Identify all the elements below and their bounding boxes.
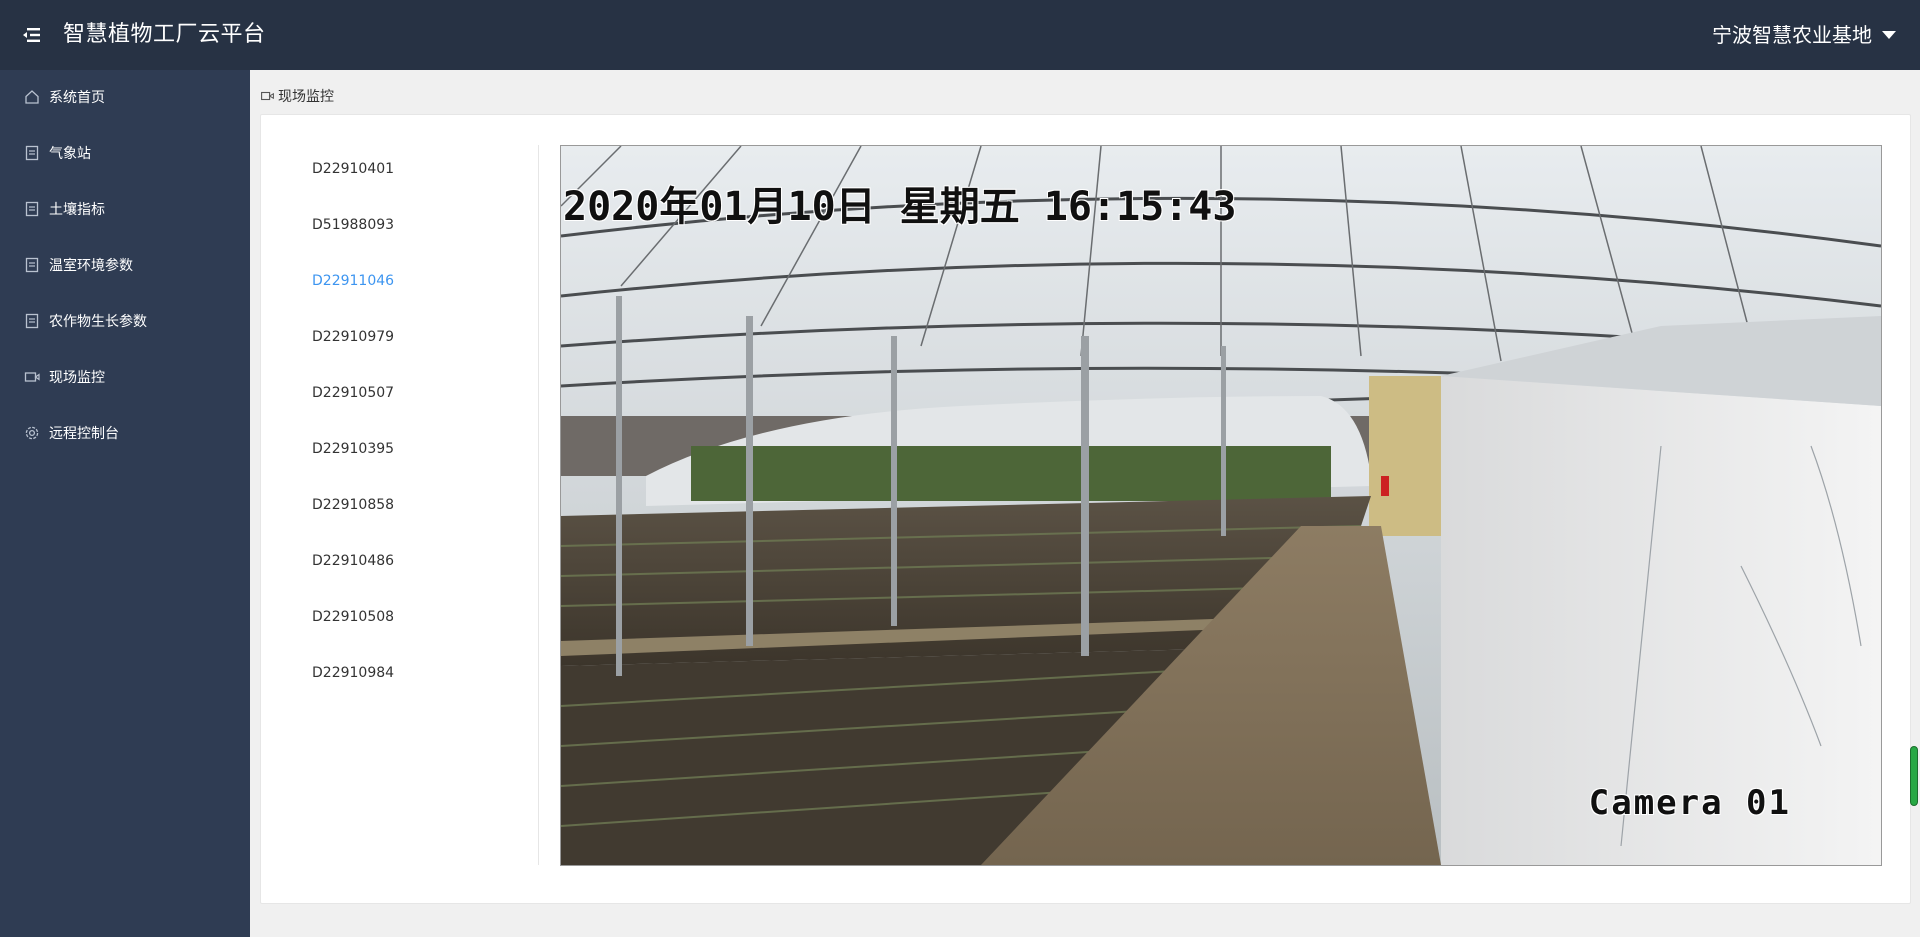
- device-item[interactable]: D22910395: [312, 439, 394, 459]
- device-item-selected[interactable]: D22911046: [312, 271, 394, 291]
- document-icon: [24, 313, 40, 329]
- sidebar-item-label: 土壤指标: [49, 202, 105, 218]
- org-name[interactable]: 宁波智慧农业基地: [1712, 20, 1872, 50]
- document-icon: [24, 257, 40, 273]
- camera-video-feed[interactable]: 2020年01月10日 星期五 16:15:43 Camera 01: [560, 145, 1882, 866]
- sidebar-item-label: 农作物生长参数: [49, 314, 147, 330]
- sidebar-item-label: 温室环境参数: [49, 258, 133, 274]
- device-item[interactable]: D22910486: [312, 551, 394, 571]
- device-item[interactable]: D22910979: [312, 327, 394, 347]
- list-divider: [538, 145, 539, 865]
- video-camera-icon: [261, 90, 274, 102]
- sidebar-item-label: 系统首页: [49, 90, 105, 106]
- gear-icon: [24, 425, 40, 441]
- monitoring-panel: D22910401 D51988093 D22911046 D22910979 …: [260, 114, 1911, 904]
- sidebar: 系统首页 气象站 土壤指标 温室环境参数 农作物生长参数 现场监控 远程控制台: [0, 70, 250, 937]
- org-selector[interactable]: 宁波智慧农业基地: [1712, 20, 1896, 50]
- sidebar-item-crop-growth[interactable]: 农作物生长参数: [0, 294, 250, 350]
- top-bar: 智慧植物工厂云平台 宁波智慧农业基地: [0, 0, 1920, 70]
- device-item[interactable]: D51988093: [312, 215, 394, 235]
- device-item[interactable]: D22910507: [312, 383, 394, 403]
- osd-camera-label: Camera 01: [1588, 783, 1791, 823]
- device-item[interactable]: D22910401: [312, 159, 394, 179]
- home-icon: [24, 89, 40, 105]
- device-item[interactable]: D22910858: [312, 495, 394, 515]
- sidebar-item-monitoring[interactable]: 现场监控: [0, 350, 250, 406]
- sidebar-item-soil[interactable]: 土壤指标: [0, 182, 250, 238]
- video-camera-icon: [24, 369, 40, 385]
- sidebar-item-greenhouse-env[interactable]: 温室环境参数: [0, 238, 250, 294]
- app-title: 智慧植物工厂云平台: [63, 22, 266, 47]
- sidebar-item-remote-console[interactable]: 远程控制台: [0, 406, 250, 462]
- document-icon: [24, 145, 40, 161]
- sidebar-item-label: 现场监控: [49, 370, 105, 386]
- breadcrumb-current: 现场监控: [278, 89, 334, 105]
- sidebar-item-label: 气象站: [49, 146, 91, 162]
- sidebar-item-weather-station[interactable]: 气象站: [0, 126, 250, 182]
- sidebar-item-label: 远程控制台: [49, 426, 119, 442]
- scrollbar-thumb[interactable]: [1910, 746, 1918, 806]
- caret-down-icon[interactable]: [1882, 31, 1896, 39]
- device-item[interactable]: D22910984: [312, 663, 394, 683]
- greenhouse-scene-image: [561, 146, 1881, 865]
- sidebar-item-home[interactable]: 系统首页: [0, 70, 250, 126]
- device-item[interactable]: D22910508: [312, 607, 394, 627]
- menu-fold-icon[interactable]: [22, 26, 42, 44]
- osd-timestamp: 2020年01月10日 星期五 16:15:43: [563, 184, 1237, 230]
- breadcrumb: 现场监控: [261, 86, 334, 106]
- document-icon: [24, 201, 40, 217]
